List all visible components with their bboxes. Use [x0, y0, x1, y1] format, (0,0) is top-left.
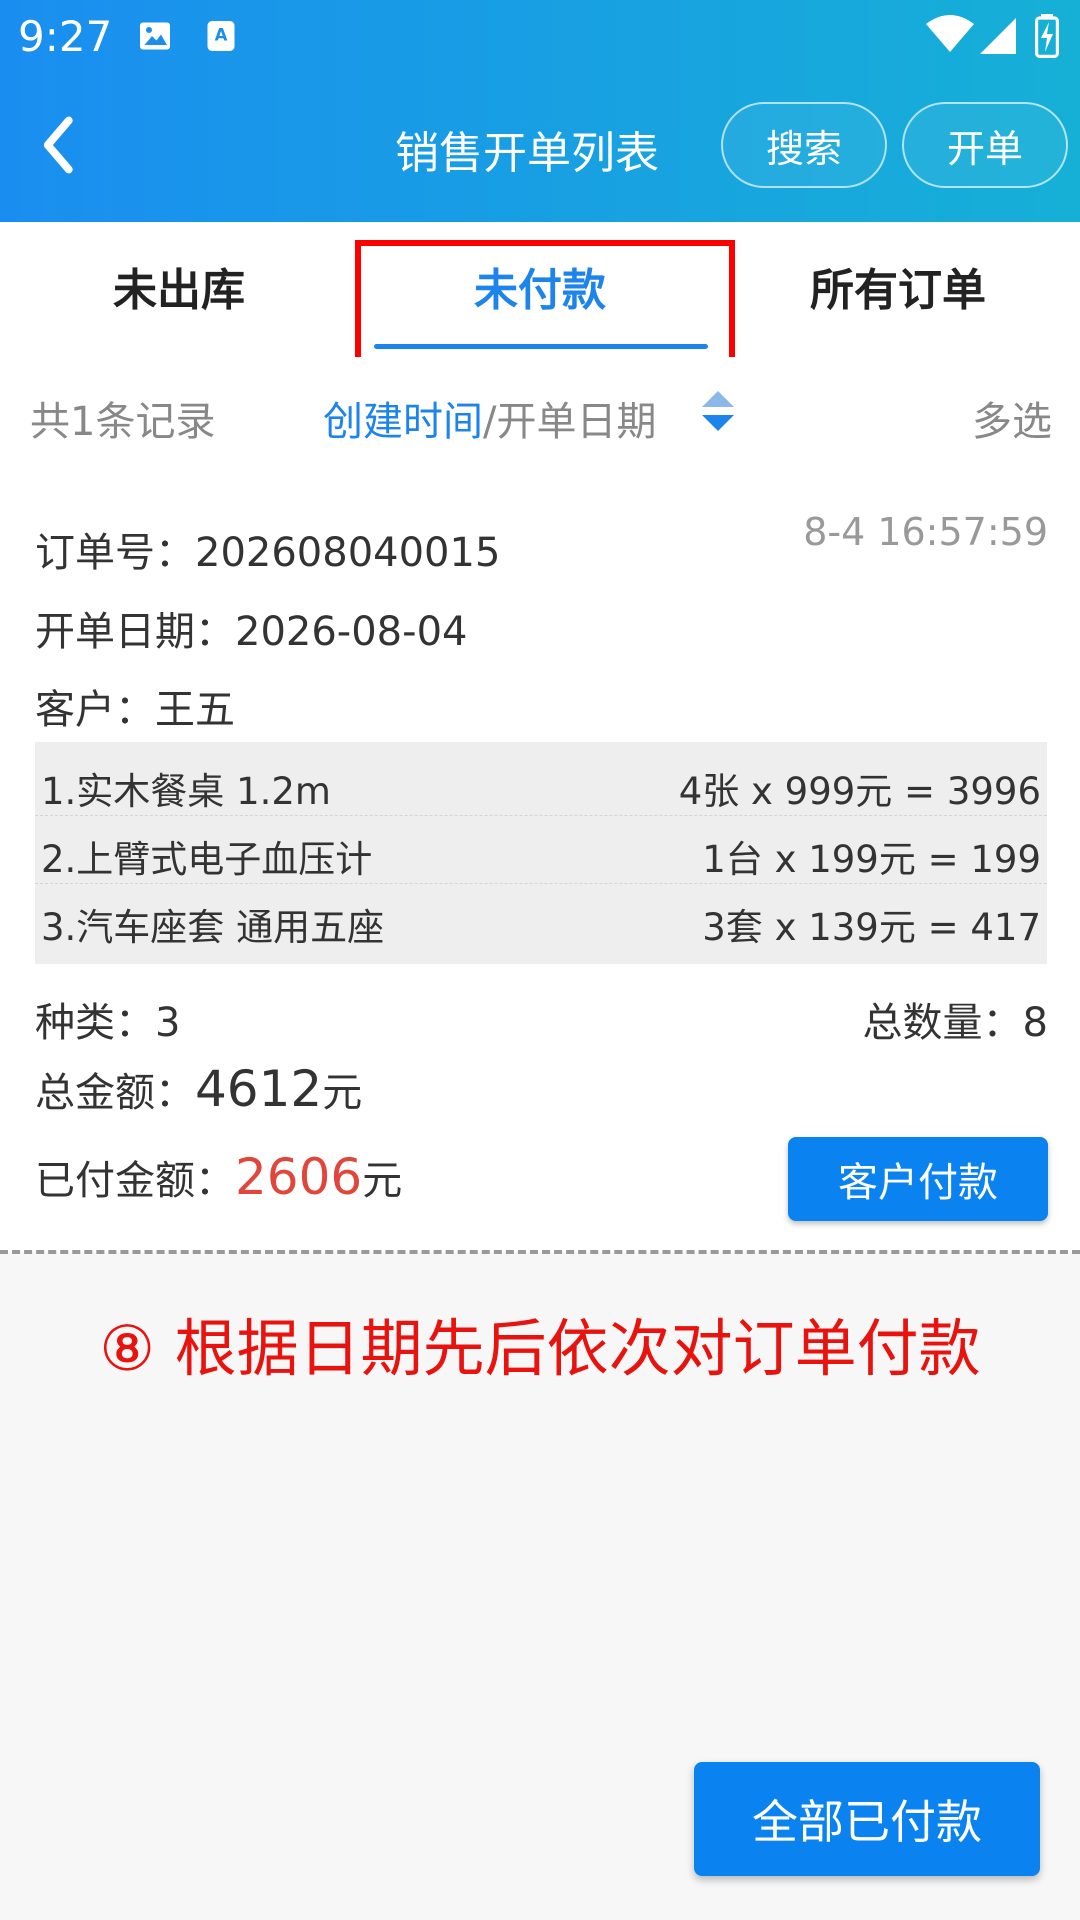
total-amount: 4612 — [195, 1060, 323, 1118]
list-item: 2.上臂式电子血压计 1台 x 199元 = 199 — [35, 815, 1047, 884]
order-number-row: 订单号：202608040015 — [35, 520, 500, 578]
list-item: 3.汽车座套 通用五座 3套 x 139元 = 417 — [35, 883, 1047, 951]
total-amount-row: 总金额：4612元 — [35, 1060, 362, 1118]
paid-amount-row: 已付金额：2606元 — [35, 1148, 402, 1206]
customer-pay-button[interactable]: 客户付款 — [788, 1137, 1048, 1221]
image-icon — [140, 22, 170, 50]
total-quantity-row: 总数量：8 — [863, 990, 1048, 1048]
translate-icon: A — [207, 21, 235, 51]
sort-by-order-date[interactable]: 开单日期 — [496, 399, 656, 445]
multi-select-button[interactable]: 多选 — [972, 389, 1052, 447]
customer-label: 客户： — [35, 687, 155, 733]
total-quantity-label: 总数量： — [862, 1000, 1023, 1046]
item-name: 2.上臂式电子血压计 — [41, 838, 373, 881]
tab-all-orders[interactable]: 所有订单 — [810, 254, 986, 318]
total-amount-label: 总金额： — [35, 1070, 195, 1116]
signal-icon — [980, 18, 1016, 54]
filter-bar: 共1条记录 创建时间/开单日期 多选 — [0, 357, 1080, 473]
app-header: 9:27 A 销售开单列表 搜索 开单 — [0, 0, 1080, 222]
item-subtotal: 1台 x 199元 = 199 — [702, 838, 1041, 881]
total-amount-currency: 元 — [322, 1070, 363, 1116]
wifi-icon — [926, 15, 974, 52]
item-name: 3.汽车座套 通用五座 — [41, 906, 385, 949]
sort-separator: / — [483, 399, 497, 445]
all-paid-button[interactable]: 全部已付款 — [694, 1762, 1040, 1876]
search-button[interactable]: 搜索 — [721, 102, 887, 188]
item-name: 1.实木餐桌 1.2m — [41, 770, 331, 813]
list-item: 1.实木餐桌 1.2m 4张 x 999元 = 3996 — [35, 747, 1047, 816]
back-arrow-icon[interactable] — [30, 110, 90, 180]
order-timestamp: 8-4 16:57:59 — [803, 510, 1048, 554]
new-order-button[interactable]: 开单 — [902, 102, 1068, 188]
battery-charging-icon — [1035, 14, 1059, 58]
item-subtotal: 3套 x 139元 = 417 — [702, 906, 1041, 949]
divider — [0, 1250, 1080, 1254]
record-count: 共1条记录 — [30, 399, 216, 445]
order-number-label: 订单号： — [35, 530, 195, 576]
order-date: 2026-08-04 — [235, 609, 468, 655]
kinds-row: 种类：3 — [35, 990, 180, 1048]
annotation-highlight-box — [355, 240, 735, 366]
customer-row: 客户：王五 — [35, 677, 235, 735]
order-items: 1.实木餐桌 1.2m 4张 x 999元 = 3996 2.上臂式电子血压计 … — [35, 742, 1047, 964]
order-card[interactable]: 订单号：202608040015 8-4 16:57:59 开单日期：2026-… — [0, 472, 1080, 1252]
paid-amount-label: 已付金额： — [35, 1158, 235, 1204]
tab-not-shipped[interactable]: 未出库 — [113, 254, 245, 318]
status-bar: 9:27 A — [0, 0, 1080, 70]
status-time: 9:27 — [18, 12, 113, 61]
sort-arrows-icon[interactable] — [700, 389, 736, 433]
kinds-value: 3 — [155, 1000, 181, 1046]
order-date-row: 开单日期：2026-08-04 — [35, 599, 467, 657]
customer-name: 王五 — [155, 687, 235, 733]
title-bar: 销售开单列表 搜索 开单 — [0, 100, 1080, 190]
page-title: 销售开单列表 — [395, 128, 659, 179]
annotation-text: ⑧ 根据日期先后依次对订单付款 — [99, 1312, 981, 1385]
item-subtotal: 4张 x 999元 = 3996 — [678, 770, 1041, 813]
sort-by-created[interactable]: 创建时间 — [323, 399, 483, 445]
paid-amount: 2606 — [235, 1148, 363, 1206]
order-date-label: 开单日期： — [35, 609, 235, 655]
order-number: 202608040015 — [195, 530, 501, 576]
sort-selector[interactable]: 创建时间/开单日期 — [323, 389, 656, 447]
paid-amount-currency: 元 — [362, 1158, 403, 1204]
total-quantity: 8 — [1022, 1000, 1048, 1046]
kinds-label: 种类： — [35, 1000, 155, 1046]
svg-text:A: A — [215, 26, 228, 45]
